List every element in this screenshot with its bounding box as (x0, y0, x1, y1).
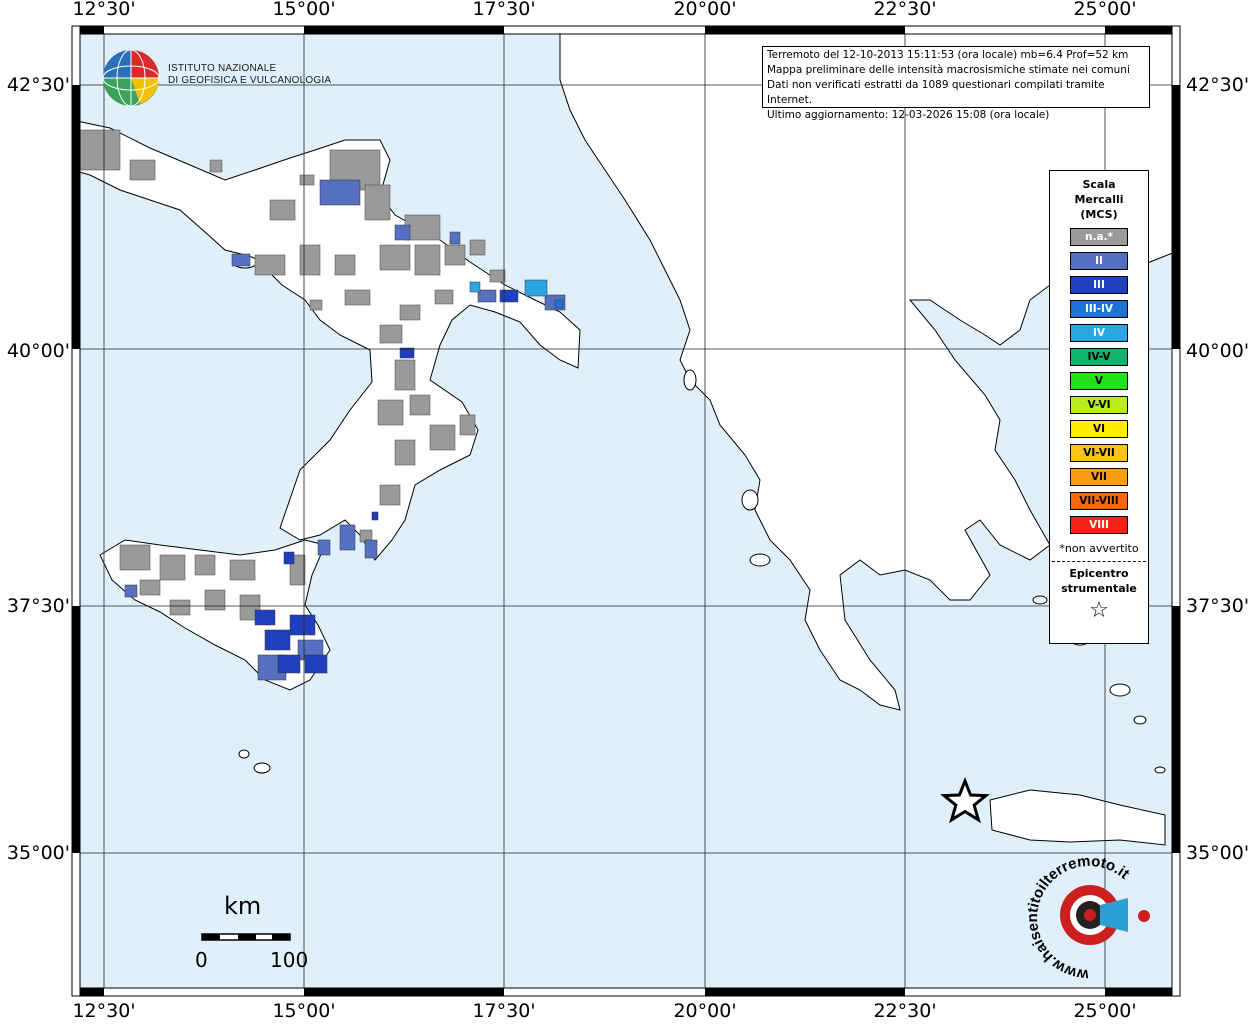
island-kefalonia (741, 489, 759, 511)
legend-title: Scala Mercalli (MCS) (1050, 177, 1148, 222)
legend-separator (1052, 561, 1146, 562)
ingv-logo-icon (102, 49, 160, 107)
lon-tick-top: 15°00' (272, 0, 336, 20)
lon-tick-bottom: 25°00' (1073, 1000, 1137, 1022)
lon-tick-top: 17°30' (472, 0, 536, 20)
epicenter-legend-line: strumentale (1061, 582, 1137, 595)
epicenter-legend-line: Epicentro (1069, 567, 1129, 580)
island-gozo (238, 749, 250, 759)
legend-note: *non avvertito (1059, 542, 1139, 555)
svg-text:www.haisentitoilterremoto.it: www.haisentitoilterremoto.it (1024, 853, 1132, 982)
legend-swatch: VI (1070, 420, 1128, 438)
lon-tick-bottom: 17°30' (472, 1000, 536, 1022)
legend-swatch: IV-V (1070, 348, 1128, 366)
lat-tick-left: 37°30' (6, 595, 70, 617)
haisentito-logo[interactable]: www.haisentitoilterremoto.it (1024, 852, 1154, 982)
island-aegean (1032, 595, 1048, 605)
legend-swatches: n.a.* II III III-IV IV IV-V V V-VI VI VI-VII VII VI… (1050, 228, 1148, 534)
epicenter-legend-title: Epicentro strumentale (1050, 566, 1148, 596)
legend-swatch: IV (1070, 324, 1128, 342)
island-malta (253, 762, 271, 774)
lon-tick-top: 22°30' (873, 0, 937, 20)
ingv-line1: ISTITUTO NAZIONALE (168, 63, 277, 74)
island-zakynthos (749, 553, 771, 567)
legend-swatch: n.a.* (1070, 228, 1128, 246)
haisentito-text: www.haisentitoilterremoto.it (1024, 853, 1132, 982)
scale-start: 0 (195, 948, 208, 972)
lat-tick-right: 40°00' (1186, 340, 1250, 362)
lon-tick-bottom: 22°30' (873, 1000, 937, 1022)
island-aegean (1109, 683, 1131, 697)
legend-swatch: VI-VII (1070, 444, 1128, 462)
lon-tick-bottom: 12°30' (72, 1000, 136, 1022)
scale-end: 100 (270, 948, 309, 972)
lon-tick-top: 20°00' (673, 0, 737, 20)
lon-tick-top: 25°00' (1073, 0, 1137, 20)
island-corfu (683, 369, 697, 391)
event-info-line: Terremoto del 12-10-2013 15:11:53 (ora l… (767, 49, 1129, 61)
legend-swatch: II (1070, 252, 1128, 270)
lat-tick-left: 35°00' (6, 842, 70, 864)
lat-tick-right: 37°30' (1186, 595, 1250, 617)
island-aegean (1154, 766, 1166, 774)
lon-tick-top: 12°30' (72, 0, 136, 20)
ingv-line2: DI GEOFISICA E VULCANOLOGIA (168, 75, 332, 86)
legend-swatch: VIII (1070, 516, 1128, 534)
legend-swatch: VII (1070, 468, 1128, 486)
scale-unit: km (224, 892, 262, 920)
scale-bar (201, 933, 291, 941)
lat-tick-left: 42°30' (6, 74, 70, 96)
legend-title-line: Mercalli (1074, 193, 1124, 206)
legend-swatch: III (1070, 276, 1128, 294)
event-info-line: Dati non verificati estratti da 1089 que… (767, 79, 1105, 106)
event-info-line: Mappa preliminare delle intensità macros… (767, 64, 1130, 76)
lat-tick-right: 42°30' (1186, 74, 1250, 96)
legend-swatch: III-IV (1070, 300, 1128, 318)
epicenter-legend-star-icon: ☆ (1089, 598, 1109, 623)
legend-title-line: Scala (1082, 178, 1116, 191)
legend-swatch: V-VI (1070, 396, 1128, 414)
mcs-legend: Scala Mercalli (MCS) n.a.* II III III-IV IV I… (1049, 170, 1149, 644)
legend-swatch: VII-VIII (1070, 492, 1128, 510)
lon-tick-bottom: 15°00' (272, 1000, 336, 1022)
lon-tick-bottom: 20°00' (673, 1000, 737, 1022)
event-info-box: Terremoto del 12-10-2013 15:11:53 (ora l… (762, 46, 1150, 121)
lat-tick-left: 40°00' (6, 340, 70, 362)
lat-tick-right: 35°00' (1186, 842, 1250, 864)
legend-swatch: V (1070, 372, 1128, 390)
event-info-line: Ultimo aggiornamento: 12-03-2026 15:08 (… (767, 109, 1050, 121)
ingv-logo-text: ISTITUTO NAZIONALE DI GEOFISICA E VULCAN… (168, 63, 331, 87)
legend-title-line: (MCS) (1080, 208, 1118, 221)
island-aegean (1133, 715, 1147, 725)
